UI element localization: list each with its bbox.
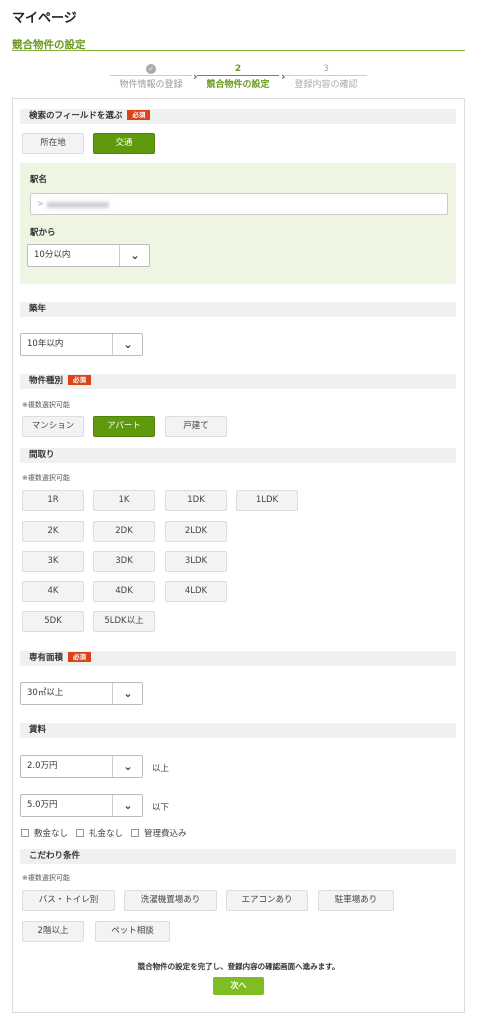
layout-option[interactable]: 1LDK — [236, 490, 298, 511]
check-icon: ✓ — [146, 64, 156, 74]
from-station-label: 駅から — [30, 228, 56, 238]
layout-option[interactable]: 5DK — [22, 611, 84, 632]
checkbox-icon[interactable] — [21, 829, 29, 837]
layout-option[interactable]: 2K — [22, 521, 84, 542]
chevron-down-icon: ⌄ — [123, 760, 133, 773]
station-input[interactable]: > — [30, 193, 448, 215]
pref-option[interactable]: 2階以上 — [22, 921, 84, 942]
preferences-heading: こだわり条件 — [20, 849, 456, 864]
layout-option[interactable]: 1K — [93, 490, 155, 511]
title-underline — [12, 50, 465, 51]
blurred-station-text — [47, 202, 109, 208]
layout-option[interactable]: 3K — [22, 551, 84, 572]
pref-option[interactable]: ペット相談 — [95, 921, 170, 942]
step-3: 3 登録内容の確認 — [281, 64, 371, 90]
chevron-down-icon: ⌄ — [123, 338, 133, 351]
rent-heading: 賃料 — [20, 723, 456, 738]
layout-option[interactable]: 3LDK — [165, 551, 227, 572]
checkbox-no-key-money[interactable]: 礼金なし — [76, 827, 123, 839]
option-apartment[interactable]: アパート — [93, 416, 155, 437]
rent-max-suffix: 以下 — [152, 803, 170, 813]
option-house[interactable]: 戸建て — [165, 416, 227, 437]
layout-heading: 間取り — [20, 448, 456, 463]
layout-option[interactable]: 4K — [22, 581, 84, 602]
walk-time-select[interactable]: 10分以内 ⌄ — [27, 244, 150, 267]
age-select[interactable]: 10年以内 ⌄ — [20, 333, 143, 356]
option-transit[interactable]: 交通 — [93, 133, 155, 154]
layout-option[interactable]: 5LDK以上 — [93, 611, 155, 632]
checkbox-mgmt-fee-included[interactable]: 管理費込み — [131, 827, 187, 839]
rent-max-select[interactable]: 5.0万円 ⌄ — [20, 794, 143, 817]
rent-min-select[interactable]: 2.0万円 ⌄ — [20, 755, 143, 778]
chevron-down-icon: ⌄ — [123, 687, 133, 700]
page-title: マイページ — [12, 11, 77, 26]
chevron-down-icon: ⌄ — [130, 249, 140, 262]
option-location[interactable]: 所在地 — [22, 133, 84, 154]
pref-option[interactable]: エアコンあり — [226, 890, 308, 911]
pref-option[interactable]: 駐車場あり — [318, 890, 394, 911]
property-type-heading: 物件種別 必須 — [20, 374, 456, 389]
option-mansion[interactable]: マンション — [22, 416, 84, 437]
layout-option[interactable]: 4DK — [93, 581, 155, 602]
pref-option[interactable]: バス・トイレ別 — [22, 890, 115, 911]
age-heading: 築年 — [20, 302, 456, 317]
step-2: 2 競合物件の設定 — [193, 64, 283, 90]
layout-option[interactable]: 2DK — [93, 521, 155, 542]
checkbox-icon[interactable] — [76, 829, 84, 837]
rent-min-suffix: 以上 — [152, 764, 170, 774]
search-field-heading: 検索のフィールドを選ぶ 必須 — [20, 109, 456, 124]
area-select[interactable]: 30㎡以上 ⌄ — [20, 682, 143, 705]
required-badge: 必須 — [127, 110, 151, 120]
multi-select-note: ※複数選択可能 — [22, 401, 70, 409]
station-label: 駅名 — [30, 175, 48, 185]
chevron-down-icon: ⌄ — [123, 799, 133, 812]
checkbox-no-deposit[interactable]: 敷金なし — [21, 827, 68, 839]
multi-select-note: ※複数選択可能 — [22, 474, 70, 482]
layout-option[interactable]: 2LDK — [165, 521, 227, 542]
area-heading: 専有面積 必須 — [20, 651, 456, 666]
layout-option[interactable]: 4LDK — [165, 581, 227, 602]
layout-option[interactable]: 1DK — [165, 490, 227, 511]
multi-select-note: ※複数選択可能 — [22, 874, 70, 882]
required-badge: 必須 — [68, 652, 92, 662]
next-button[interactable]: 次へ — [213, 977, 264, 995]
layout-option[interactable]: 3DK — [93, 551, 155, 572]
pref-option[interactable]: 洗濯機置場あり — [124, 890, 217, 911]
checkbox-icon[interactable] — [131, 829, 139, 837]
footer-message: 競合物件の設定を完了し、登録内容の確認画面へ進みます。 — [137, 962, 340, 971]
step-1: ✓ 物件情報の登録 — [106, 64, 196, 90]
layout-option[interactable]: 1R — [22, 490, 84, 511]
required-badge: 必須 — [68, 375, 92, 385]
